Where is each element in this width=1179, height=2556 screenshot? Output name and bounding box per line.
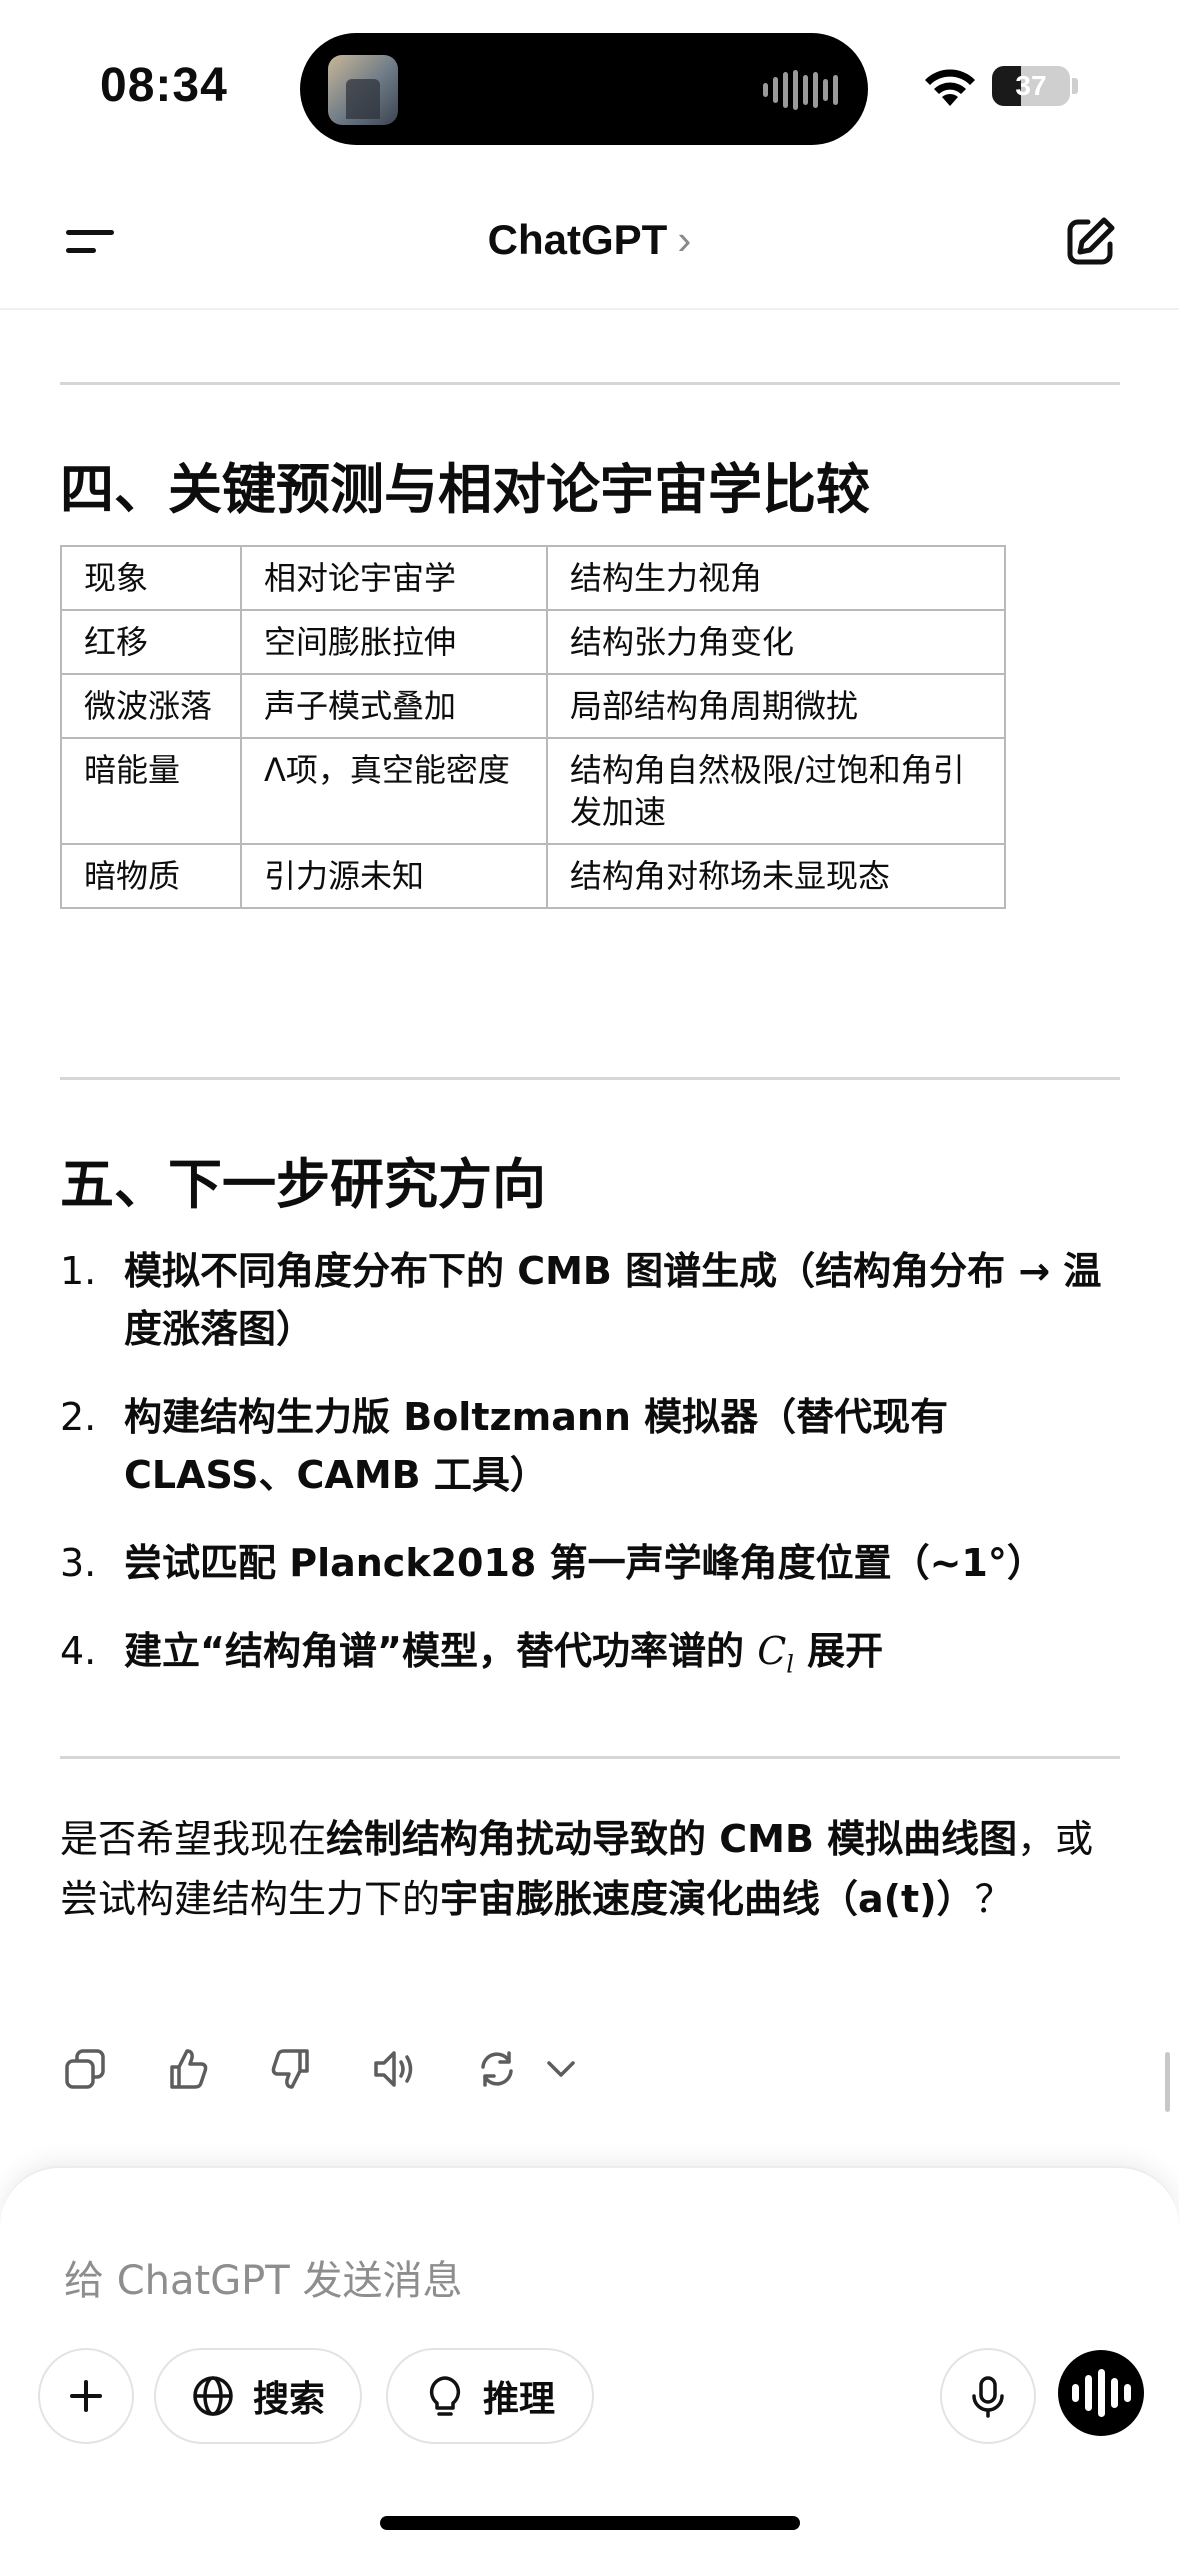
table-cell: 暗物质 [60,843,242,909]
battery-percent: 37 [1015,70,1047,101]
speaker-icon[interactable] [369,2044,419,2094]
reason-button[interactable]: 推理 [386,2348,594,2444]
chevron-down-icon[interactable] [536,2044,586,2094]
list-number: 2. [60,1395,97,1439]
scrollbar[interactable] [1165,2052,1170,2112]
lightbulb-icon [429,2376,461,2416]
dynamic-island[interactable] [300,33,868,145]
list-item-text: 模拟不同角度分布下的 CMB 图谱生成（结构角分布 → 温度涨落图） [124,1249,1102,1351]
app-title: ChatGPT [487,216,668,263]
table-cell: 暗能量 [60,737,242,845]
section-heading: 五、下一步研究方向 [60,1153,546,1216]
list-item-text: 尝试匹配 Planck2018 第一声学峰角度位置（~1°） [124,1541,1045,1585]
table-header-cell: 结构生力视角 [546,545,1006,611]
list-item-text: 构建结构生力版 Boltzmann 模拟器（替代现有 CLASS、CAMB 工具… [124,1395,949,1497]
list-item: 4. 建立“结构角谱”模型，替代功率谱的 Cl 展开 [60,1622,1120,1694]
list-item-text: 展开 [793,1629,884,1673]
assistant-message: 四、关键预测与相对论宇宙学比较 现象 相对论宇宙学 结构生力视角 红移 空间膨胀… [60,310,1120,1929]
table-row: 暗物质 引力源未知 结构角对称场未显现态 [60,843,1006,909]
status-time: 08:34 [100,59,228,112]
dictation-button[interactable] [940,2348,1036,2444]
math-symbol: Cl [757,1629,794,1679]
voice-mode-button[interactable] [1058,2350,1144,2436]
audio-waveform-icon [763,69,838,111]
table-cell: 引力源未知 [240,843,548,909]
search-label: 搜索 [252,2379,325,2420]
divider [60,1755,1120,1759]
message-composer: 给 ChatGPT 发送消息 搜索 推理 [0,2166,1179,2556]
thumbs-down-icon[interactable] [266,2044,316,2094]
research-list: 1. 模拟不同角度分布下的 CMB 图谱生成（结构角分布 → 温度涨落图） 2.… [60,1242,1120,1694]
list-item-text: 建立“结构角谱”模型，替代功率谱的 [124,1629,758,1673]
list-number: 3. [60,1541,97,1585]
search-button[interactable]: 搜索 [154,2348,362,2444]
table-cell: 局部结构角周期微扰 [546,673,1006,739]
table-header-row: 现象 相对论宇宙学 结构生力视角 [60,545,1006,611]
list-number: 4. [60,1629,97,1673]
list-number: 1. [60,1249,97,1293]
table-cell: 结构角自然极限/过饱和角引发加速 [546,737,1006,845]
section-heading: 四、关键预测与相对论宇宙学比较 [60,458,870,521]
battery-indicator: 37 [992,66,1070,106]
table-cell: 红移 [60,609,242,675]
battery-cap [1072,78,1078,94]
table-cell: Λ项，真空能密度 [240,737,548,845]
chevron-right-icon: › [677,216,692,263]
microphone-icon [972,2376,1004,2418]
home-indicator[interactable] [380,2516,800,2530]
thumbs-up-icon[interactable] [163,2044,213,2094]
divider [60,1077,1120,1080]
closing-question: 是否希望我现在绘制结构角扰动导致的 CMB 模拟曲线图，或尝试构建结构生力下的宇… [60,1816,1094,1921]
table-row: 红移 空间膨胀拉伸 结构张力角变化 [60,609,1006,675]
table-cell: 结构张力角变化 [546,609,1006,675]
list-item: 3. 尝试匹配 Planck2018 第一声学峰角度位置（~1°） [60,1534,1120,1592]
comparison-table: 现象 相对论宇宙学 结构生力视角 红移 空间膨胀拉伸 结构张力角变化 微波涨落 … [60,545,1006,909]
table-cell: 结构角对称场未显现态 [546,843,1006,909]
table-cell: 声子模式叠加 [240,673,548,739]
table-row: 暗能量 Λ项，真空能密度 结构角自然极限/过饱和角引发加速 [60,737,1006,845]
table-header-cell: 相对论宇宙学 [240,545,548,611]
copy-icon[interactable] [60,2044,110,2094]
table-header-cell: 现象 [60,545,242,611]
table-cell: 空间膨胀拉伸 [240,609,548,675]
refresh-icon[interactable] [472,2044,522,2094]
table-cell: 微波涨落 [60,673,242,739]
reason-label: 推理 [482,2379,555,2420]
wifi-icon [925,69,975,106]
message-input[interactable]: 给 ChatGPT 发送消息 [64,2248,462,2306]
add-attachment-button[interactable] [38,2348,134,2444]
top-nav-bar: ChatGPT › [0,170,1179,310]
table-row: 微波涨落 声子模式叠加 局部结构角周期微扰 [60,673,1006,739]
globe-icon [193,2376,233,2416]
list-item: 2. 构建结构生力版 Boltzmann 模拟器（替代现有 CLASS、CAMB… [60,1388,1120,1504]
divider [60,382,1120,385]
status-bar: 08:34 37 [0,0,1179,170]
list-item: 1. 模拟不同角度分布下的 CMB 图谱生成（结构角分布 → 温度涨落图） [60,1242,1120,1358]
plus-icon [70,2380,102,2412]
message-actions [60,2044,639,2094]
model-selector[interactable]: ChatGPT › [0,216,1179,264]
now-playing-artwork [328,55,398,125]
new-chat-icon[interactable] [1062,214,1118,270]
